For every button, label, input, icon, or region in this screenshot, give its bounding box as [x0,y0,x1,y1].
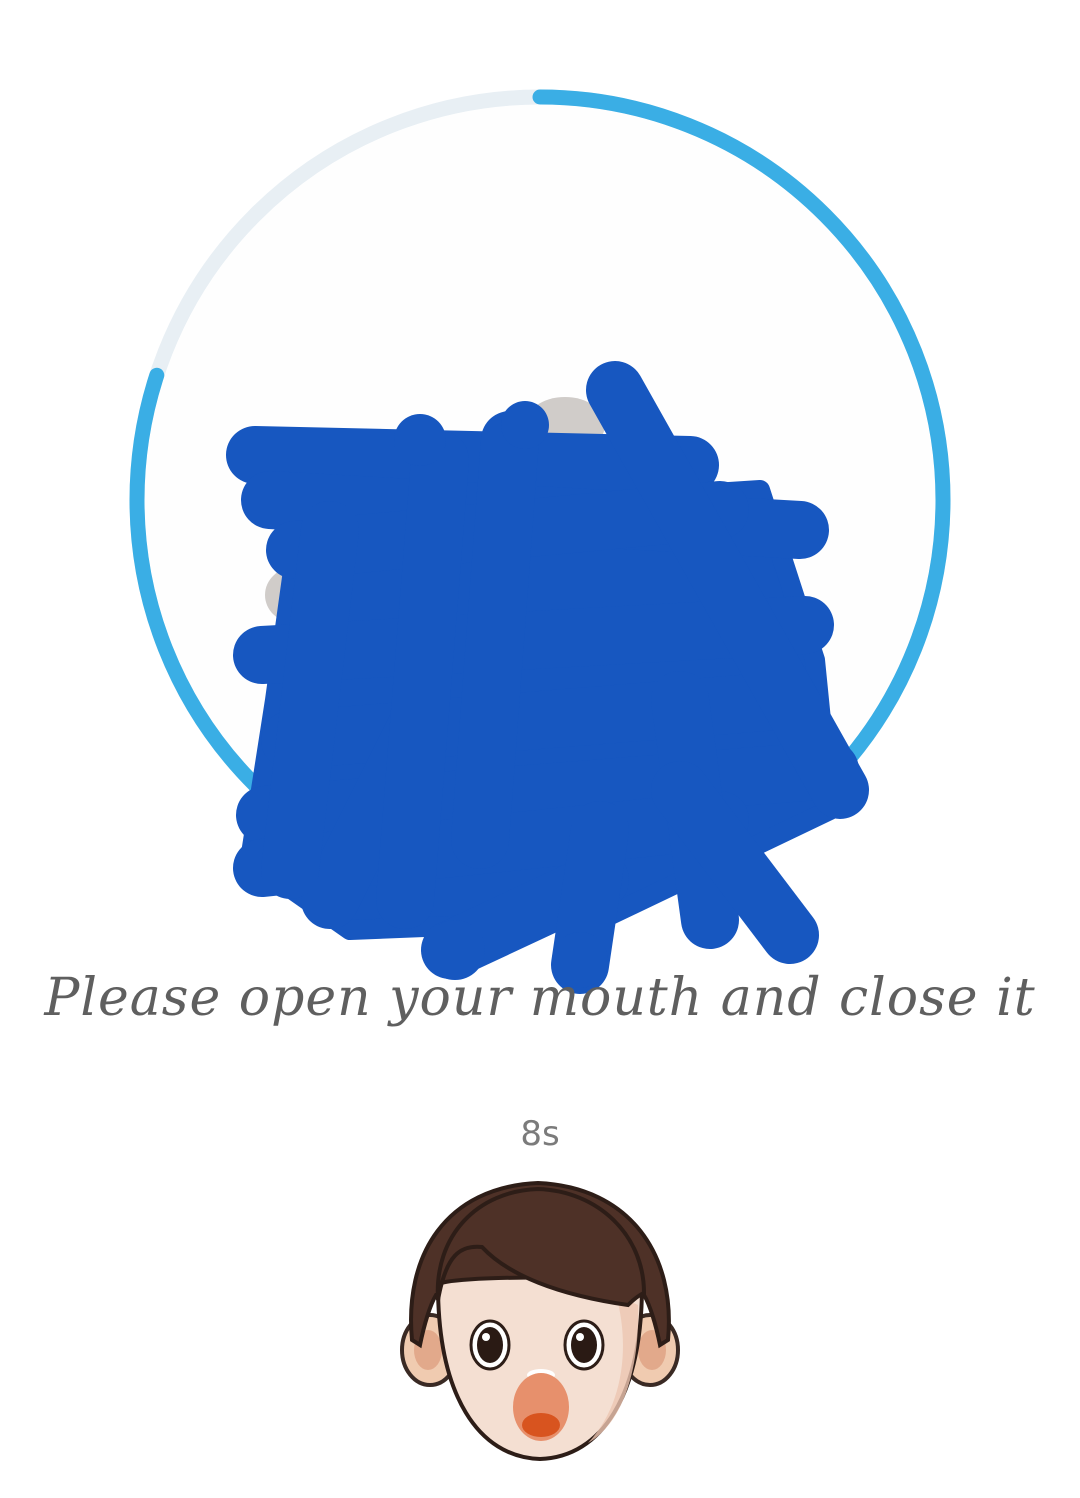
countdown-timer: 8s [520,1114,560,1154]
liveness-instruction: Please open your mouth and close it [44,968,1036,1028]
open-mouth [513,1373,569,1441]
open-mouth-face-icon [400,1180,680,1462]
